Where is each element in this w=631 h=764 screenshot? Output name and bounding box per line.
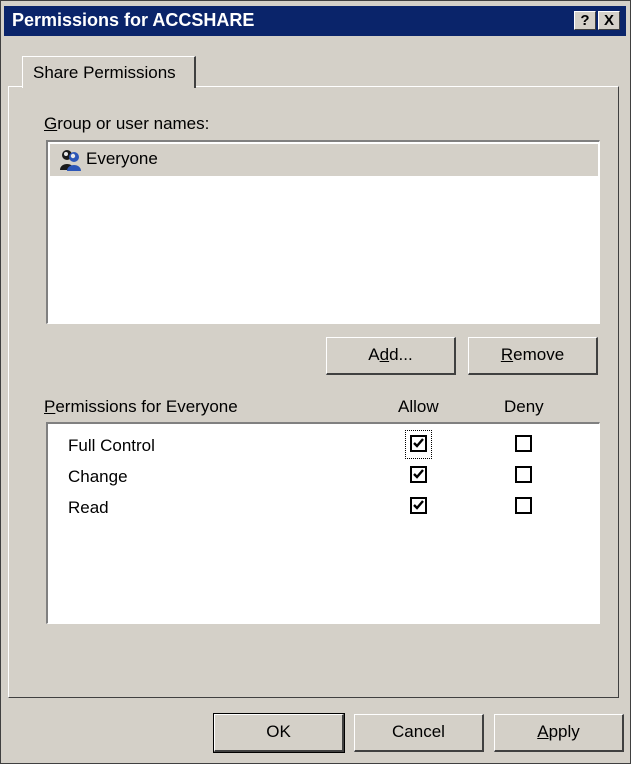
group-or-user-names-label: Group or user names: — [44, 114, 210, 133]
allow-header: Allow — [398, 397, 439, 416]
window-title: Permissions for ACCSHARE — [12, 10, 255, 30]
permissions-dialog: Permissions for ACCSHARE ? X Share Permi… — [0, 0, 631, 764]
check-icon — [413, 438, 424, 448]
list-item-label: Everyone — [86, 149, 158, 168]
allow-checkbox-read[interactable] — [410, 497, 427, 514]
check-icon — [413, 469, 424, 479]
tab-share-permissions[interactable]: Share Permissions — [22, 56, 196, 88]
close-icon: X — [603, 12, 614, 29]
permissions-for-label: Permissions for Everyone — [44, 397, 238, 416]
cancel-button[interactable]: Cancel — [354, 714, 484, 752]
tab-share-permissions-label: Share Permissions — [33, 63, 176, 82]
remove-button[interactable]: Remove — [468, 337, 598, 375]
close-button[interactable]: X — [598, 11, 620, 30]
list-item[interactable]: Everyone — [50, 144, 598, 176]
users-group-icon — [60, 150, 81, 171]
apply-button[interactable]: Apply — [494, 714, 624, 752]
deny-checkbox-change[interactable] — [515, 466, 532, 483]
add-button[interactable]: Add... — [326, 337, 456, 375]
deny-checkbox-full-control[interactable] — [515, 435, 532, 452]
allow-checkbox-change[interactable] — [410, 466, 427, 483]
title-bar[interactable]: Permissions for ACCSHARE ? X — [4, 6, 626, 36]
help-button[interactable]: ? — [574, 11, 596, 30]
permission-full-control: Full Control — [68, 436, 155, 455]
help-icon: ? — [580, 12, 590, 29]
deny-checkbox-read[interactable] — [515, 497, 532, 514]
permission-read: Read — [68, 498, 109, 517]
group-user-listbox[interactable]: Everyone — [46, 140, 600, 324]
deny-header: Deny — [504, 397, 544, 416]
ok-button[interactable]: OK — [214, 714, 344, 752]
allow-checkbox-full-control[interactable] — [410, 435, 427, 452]
check-icon — [413, 500, 424, 510]
permission-change: Change — [68, 467, 128, 486]
